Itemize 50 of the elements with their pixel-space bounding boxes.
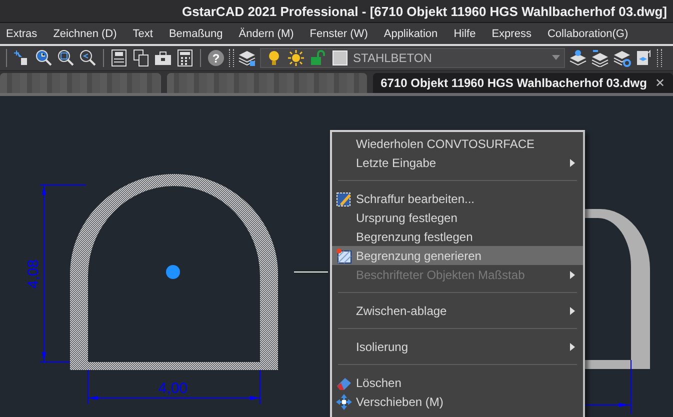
menu-item[interactable]: Collaboration(G) xyxy=(547,28,628,40)
layer-settings-icon[interactable] xyxy=(613,49,631,67)
menu-item[interactable]: Zeichnen (D) xyxy=(53,28,117,40)
context-menu-item[interactable]: Begrenzung generieren xyxy=(332,246,583,265)
menu-item[interactable]: Express xyxy=(492,28,532,40)
context-menu-item[interactable]: Letzte Eingabe xyxy=(332,153,583,172)
move-arrows-icon xyxy=(336,394,352,410)
document-tab[interactable]: 6710 Objekt 11960 HGS Wahlbacherhof 03.dwg ✕ xyxy=(372,73,673,93)
dimension-text: 4,08 xyxy=(25,259,42,289)
zoom-window-icon[interactable] xyxy=(57,49,75,67)
copy-windows-icon[interactable] xyxy=(132,49,150,67)
context-menu-item[interactable]: Begrenzung festlegen xyxy=(332,227,583,246)
context-menu-item[interactable]: Löschen xyxy=(332,373,583,392)
zoom-previous-icon[interactable] xyxy=(79,49,97,67)
menu-item[interactable]: Text xyxy=(132,28,153,40)
layer-state-icon[interactable] xyxy=(569,49,587,67)
menu-item[interactable]: Ändern (M) xyxy=(238,28,294,40)
layer-previous-icon[interactable] xyxy=(591,49,609,67)
help-icon[interactable]: ? xyxy=(207,49,225,67)
color-swatch-icon xyxy=(331,49,349,67)
context-menu-item[interactable]: Ursprung festlegen xyxy=(332,208,583,227)
menu-item[interactable]: Fenster (W) xyxy=(310,28,368,40)
unlocked-padlock-icon xyxy=(309,49,327,67)
menu-item[interactable]: Hilfe xyxy=(454,28,476,40)
tab-label: 6710 Objekt 11960 HGS Wahlbacherhof 03.dwg xyxy=(380,76,647,90)
layer-export-icon[interactable] xyxy=(635,49,653,67)
close-tab-button[interactable]: ✕ xyxy=(654,76,665,90)
window-title: GstarCAD 2021 Professional - [6710 Objekt 11960 HGS Wahlbacherhof 03.dwg] xyxy=(182,4,667,18)
layer-name: STAHLBETON xyxy=(353,51,433,65)
context-menu-item[interactable]: Wiederholen CONVTOSURFACE xyxy=(332,134,583,153)
toolbox-icon[interactable] xyxy=(154,49,172,67)
layers-icon[interactable] xyxy=(238,49,256,67)
dimension-text: 4,00 xyxy=(158,380,188,397)
menu-item[interactable]: Bemaßung xyxy=(168,28,223,40)
layer-dropdown[interactable]: STAHLBETON xyxy=(260,48,565,68)
context-menu-item[interactable]: Verschieben (M) xyxy=(332,392,583,411)
properties-panel-icon[interactable] xyxy=(110,49,128,67)
context-menu-item[interactable]: Isolierung xyxy=(332,337,583,356)
dimension-line xyxy=(584,360,632,414)
sun-icon xyxy=(287,49,305,67)
caret-icon xyxy=(552,55,560,61)
zoom-clock-icon[interactable] xyxy=(35,49,53,67)
context-menu-item[interactable]: Zwischen-ablage xyxy=(332,301,583,320)
menu-item[interactable]: Extras xyxy=(6,28,38,40)
menu-item[interactable]: Applikation xyxy=(384,28,438,40)
calculator-icon[interactable] xyxy=(176,49,194,67)
boundary-hatch-icon xyxy=(336,248,352,264)
context-menu-item[interactable]: Schraffur bearbeiten... xyxy=(332,189,583,208)
grip-dot[interactable] xyxy=(166,265,180,279)
hatch-pencil-icon xyxy=(336,190,352,206)
